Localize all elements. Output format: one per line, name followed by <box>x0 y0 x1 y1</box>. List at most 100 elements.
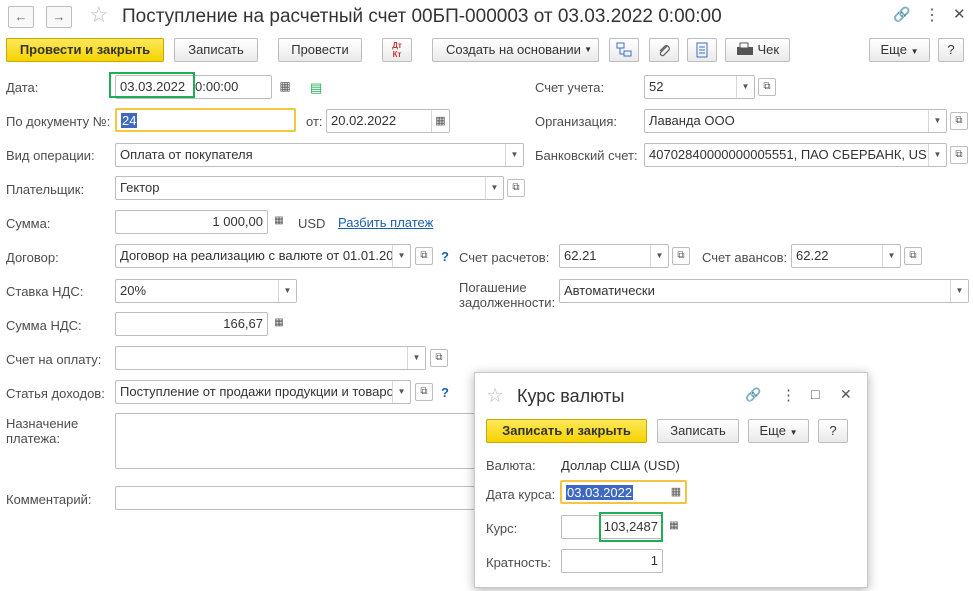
bank-account-label: Банковский счет: <box>535 148 638 163</box>
open-icon[interactable]: ⧉ <box>507 179 525 197</box>
chevron-down-icon[interactable]: ▼ <box>928 144 946 166</box>
post-status-icon[interactable]: ▤ <box>310 80 322 96</box>
more-icon[interactable]: ⋮ <box>924 5 940 25</box>
chevron-down-icon[interactable]: ▼ <box>485 177 503 199</box>
calendar-icon[interactable]: ▦ <box>276 78 294 96</box>
chevron-down-icon[interactable]: ▼ <box>928 110 946 132</box>
bank-account-field[interactable]: 40702840000000005551, ПАО СБЕРБАНК, US ▼ <box>644 143 947 167</box>
report-button[interactable] <box>687 38 717 62</box>
calculator-icon[interactable]: ▦ <box>665 518 683 536</box>
star-icon[interactable]: ☆ <box>89 2 109 28</box>
create-based-on-button[interactable]: Создать на основании ▼ <box>432 38 599 62</box>
multiplicity-field[interactable]: 1 <box>561 549 663 573</box>
more-icon[interactable]: ⋮ <box>781 386 796 404</box>
open-icon[interactable]: ⧉ <box>904 247 922 265</box>
close-icon[interactable]: ✕ <box>840 386 852 403</box>
post-and-close-button[interactable]: Провести и закрыть <box>6 38 164 62</box>
attach-button[interactable] <box>649 38 679 62</box>
sum-label: Сумма: <box>6 216 51 231</box>
split-payment-link[interactable]: Разбить платеж <box>338 215 433 230</box>
account-field[interactable]: 52 ▼ <box>644 75 755 99</box>
open-icon[interactable]: ⧉ <box>950 112 968 130</box>
doc-no-field[interactable]: 24 <box>115 108 296 132</box>
chevron-down-icon[interactable]: ▼ <box>736 76 754 98</box>
date-field[interactable]: 03.03.2022 0:00:00 <box>115 75 272 99</box>
save-button[interactable]: Записать <box>174 38 258 62</box>
dialog-help-button[interactable]: ? <box>818 419 848 443</box>
vat-rate-select[interactable]: 20% ▼ <box>115 279 297 303</box>
doc-no-label: По документу №: <box>6 114 111 129</box>
advance-account-value: 62.22 <box>796 248 829 263</box>
open-icon[interactable]: ⧉ <box>415 247 433 265</box>
comment-field[interactable] <box>115 486 475 510</box>
organization-field[interactable]: Лаванда ООО ▼ <box>644 109 947 133</box>
link-icon[interactable]: 🔗 <box>893 6 910 23</box>
rate-date-field[interactable]: 03.03.2022 ▦ <box>560 480 687 504</box>
dt-kt-button[interactable]: Дт Кт <box>382 38 412 62</box>
contract-value: Договор на реализацию с валюте от 01.01.… <box>120 248 394 263</box>
dialog-save-button[interactable]: Записать <box>657 419 739 443</box>
payer-field[interactable]: Гектор ▼ <box>115 176 504 200</box>
calculator-icon[interactable]: ▦ <box>270 213 288 231</box>
time-value: 0:00:00 <box>195 79 239 94</box>
calculator-icon[interactable]: ▦ <box>270 315 288 333</box>
account-label: Счет учета: <box>535 80 605 95</box>
contract-field[interactable]: Договор на реализацию с валюте от 01.01.… <box>115 244 411 268</box>
settlement-account-field[interactable]: 62.21 ▼ <box>559 244 669 268</box>
open-icon[interactable]: ⧉ <box>415 383 433 401</box>
help-button[interactable]: ? <box>938 38 964 62</box>
receipt-button[interactable]: Чек <box>725 38 790 62</box>
help-question-icon[interactable]: ? <box>441 249 449 264</box>
purpose-textarea[interactable] <box>115 413 475 469</box>
chevron-down-icon: ▼ <box>584 45 592 54</box>
chevron-down-icon[interactable]: ▼ <box>650 245 668 267</box>
invoice-field[interactable]: ▼ <box>115 346 426 370</box>
open-icon[interactable]: ⧉ <box>950 146 968 164</box>
close-icon[interactable]: ✕ <box>953 5 966 23</box>
purpose-label-line1: Назначение <box>6 416 79 431</box>
chevron-down-icon: ▼ <box>789 428 798 437</box>
sum-field[interactable]: 1 000,00 <box>115 210 268 234</box>
forward-button[interactable]: → <box>46 6 72 28</box>
income-value: Поступление от продажи продукции и товар… <box>120 384 394 399</box>
calendar-icon[interactable]: ▦ <box>667 482 685 502</box>
repayment-value: Автоматически <box>564 283 655 298</box>
advance-account-field[interactable]: 62.22 ▼ <box>791 244 901 268</box>
repayment-select[interactable]: Автоматически ▼ <box>559 279 969 303</box>
chevron-down-icon[interactable]: ▼ <box>392 381 410 403</box>
vat-sum-field[interactable]: 166,67 <box>115 312 268 336</box>
open-icon[interactable]: ⧉ <box>672 247 690 265</box>
more-label: Еще <box>880 42 907 57</box>
invoice-label: Счет на оплату: <box>6 352 102 367</box>
income-field[interactable]: Поступление от продажи продукции и товар… <box>115 380 411 404</box>
save-and-close-button[interactable]: Записать и закрыть <box>486 419 647 443</box>
more-button[interactable]: Еще ▼ <box>869 38 930 62</box>
maximize-icon[interactable]: □ <box>811 386 819 402</box>
create-based-on-label: Создать на основании <box>446 42 581 57</box>
chevron-down-icon[interactable]: ▼ <box>278 280 296 302</box>
paperclip-icon <box>659 45 670 57</box>
open-icon[interactable]: ⧉ <box>758 78 776 96</box>
dialog-more-button[interactable]: Еще ▼ <box>748 419 809 443</box>
star-icon[interactable]: ☆ <box>486 383 504 408</box>
calendar-icon[interactable]: ▦ <box>431 110 449 132</box>
link-icon[interactable]: 🔗 <box>745 387 761 403</box>
chevron-down-icon[interactable]: ▼ <box>392 245 410 267</box>
help-question-icon[interactable]: ? <box>441 385 449 400</box>
post-button[interactable]: Провести <box>278 38 362 62</box>
rate-field[interactable]: 103,2487 <box>561 515 663 539</box>
chevron-down-icon[interactable]: ▼ <box>950 280 968 302</box>
chevron-down-icon[interactable]: ▼ <box>407 347 425 369</box>
settlement-account-label: Счет расчетов: <box>459 250 550 265</box>
doc-no-value: 24 <box>121 113 138 128</box>
chevron-down-icon[interactable]: ▼ <box>505 144 523 166</box>
bank-account-value: 40702840000000005551, ПАО СБЕРБАНК, US <box>649 147 927 162</box>
structure-button[interactable] <box>609 38 639 62</box>
open-icon[interactable]: ⧉ <box>430 349 448 367</box>
chevron-down-icon[interactable]: ▼ <box>882 245 900 267</box>
operation-select[interactable]: Оплата от покупателя ▼ <box>115 143 524 167</box>
from-date-field[interactable]: 20.02.2022 ▦ <box>326 109 450 133</box>
income-label: Статья доходов: <box>6 386 105 401</box>
payer-value: Гектор <box>120 180 160 195</box>
back-button[interactable]: ← <box>8 6 34 28</box>
